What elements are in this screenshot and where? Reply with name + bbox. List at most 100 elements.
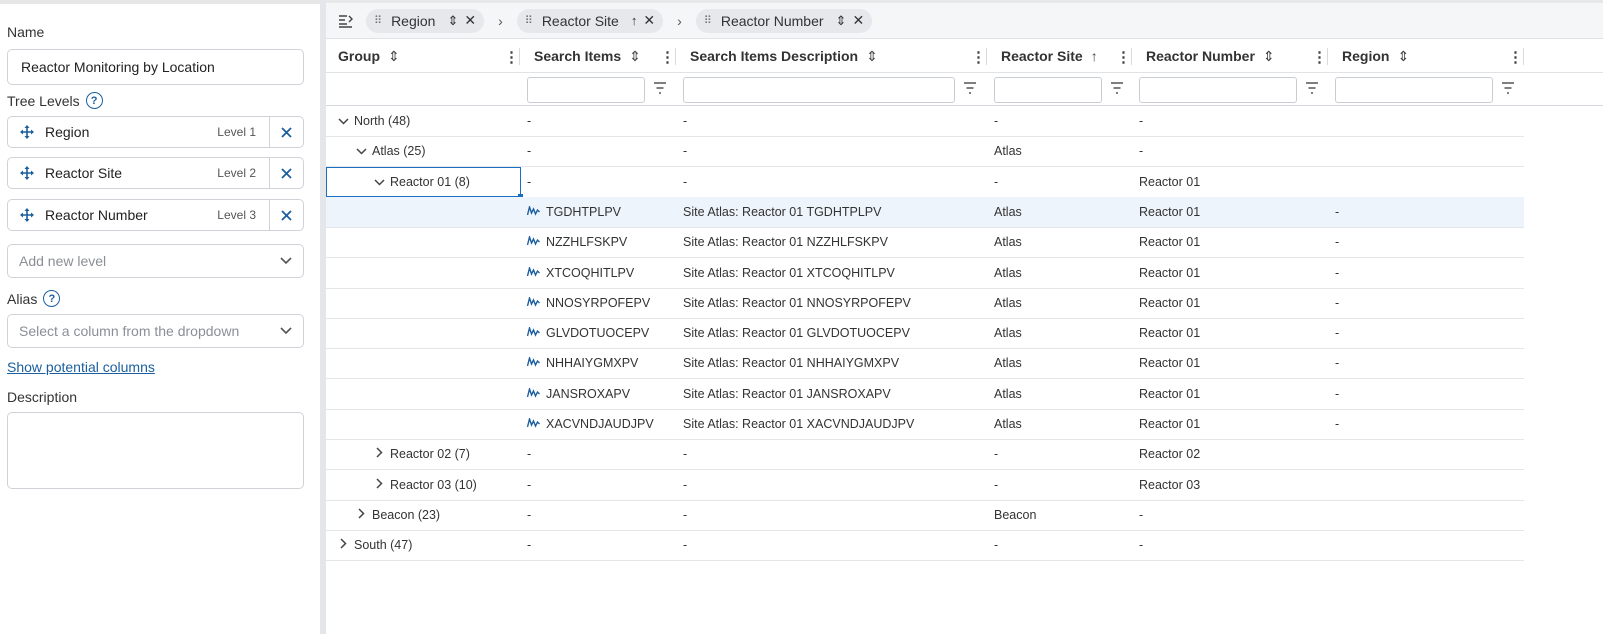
cell-value: Reactor 01 <box>1139 326 1201 341</box>
column-menu-icon[interactable]: ⋮ <box>1508 48 1523 66</box>
show-potential-columns-link[interactable]: Show potential columns <box>7 359 155 375</box>
group-row[interactable]: Reactor 03 (10) - - - Reactor 03 <box>326 470 1524 501</box>
filter-icon[interactable] <box>963 82 977 97</box>
sort-icon[interactable]: ⇕ <box>447 13 458 29</box>
drag-handle-icon[interactable]: ⠿ <box>704 14 712 27</box>
group-row[interactable]: Reactor 01 (8) - - - Reactor 01 <box>326 166 1524 199</box>
chevron-right-icon[interactable] <box>372 447 386 461</box>
group-cell[interactable]: Reactor 02 (7) <box>372 439 470 469</box>
group-cell[interactable]: Atlas (25) <box>354 136 426 166</box>
table-row[interactable]: NNOSYRPOFEPV Site Atlas: Reactor 01 NNOSY… <box>326 288 1524 319</box>
filter-icon[interactable] <box>1305 82 1319 97</box>
cell-value: - <box>1335 326 1340 341</box>
sort-asc-icon[interactable]: ↑ <box>631 13 638 28</box>
table-row[interactable]: XACVNDJAUDJPV Site Atlas: Reactor 01 XACV… <box>326 409 1524 440</box>
row-group-chip-region[interactable]: ⠿ Region ⇕ ✕ <box>366 8 485 33</box>
row-group-chip-reactor-number[interactable]: ⠿ Reactor Number ⇕ ✕ <box>695 8 873 33</box>
remove-level-button[interactable] <box>269 200 303 230</box>
table-row[interactable]: NHHAIYGMXPV Site Atlas: Reactor 01 NHHAIY… <box>326 348 1524 380</box>
table-row[interactable]: GLVDOTUOCEPV Site Atlas: Reactor 01 GLVDO… <box>326 318 1524 350</box>
sort-icon[interactable]: ⇕ <box>866 48 878 65</box>
group-cell[interactable]: Beacon (23) <box>354 500 440 530</box>
column-menu-icon[interactable]: ⋮ <box>971 48 986 66</box>
column-menu-icon[interactable]: ⋮ <box>1312 48 1327 66</box>
tree-level-row-2[interactable]: Reactor Site Level 2 <box>7 157 304 189</box>
move-icon[interactable] <box>8 208 45 222</box>
table-row[interactable]: JANSROXAPV Site Atlas: Reactor 01 JANSROX… <box>326 379 1524 410</box>
cell-search: GLVDOTUOCEPV <box>526 318 649 348</box>
column-filter-input[interactable] <box>527 77 645 103</box>
column-header-search-items[interactable]: Search Items ⇕ <box>522 39 641 73</box>
column-header-reactor-number[interactable]: Reactor Number ⇕ <box>1134 39 1275 73</box>
tree-level-row-3[interactable]: Reactor Number Level 3 <box>7 199 304 231</box>
drag-handle-icon[interactable]: ⠿ <box>374 14 382 27</box>
table-row[interactable]: TGDHTPLPV Site Atlas: Reactor 01 TGDHTPLP… <box>326 196 1524 228</box>
description-textarea[interactable] <box>7 412 304 489</box>
column-filter-input[interactable] <box>683 77 955 103</box>
sort-asc-icon[interactable]: ↑ <box>1091 48 1098 64</box>
cell-search: - <box>527 530 531 560</box>
column-resize-handle[interactable] <box>1327 48 1328 65</box>
sort-icon[interactable]: ⇕ <box>388 48 400 65</box>
column-resize-handle[interactable] <box>1131 48 1132 65</box>
row-group-panel-icon[interactable] <box>338 14 354 28</box>
column-filter-input[interactable] <box>1335 77 1493 103</box>
cell-value: - <box>1335 204 1340 219</box>
filter-icon[interactable] <box>1110 82 1124 97</box>
column-header-reactor-site[interactable]: Reactor Site ↑ <box>989 39 1098 73</box>
cell-search: XACVNDJAUDJPV <box>526 409 654 439</box>
group-row[interactable]: North (48) - - - - <box>326 106 1524 137</box>
move-icon[interactable] <box>8 166 45 180</box>
help-icon[interactable]: ? <box>43 290 61 307</box>
sort-icon[interactable]: ⇕ <box>1263 48 1275 65</box>
cell-value: - <box>1335 295 1340 310</box>
column-header-group[interactable]: Group ⇕ <box>326 39 400 73</box>
chevron-right-icon[interactable] <box>372 478 386 492</box>
close-icon[interactable]: ✕ <box>643 12 655 29</box>
close-icon[interactable]: ✕ <box>852 12 864 29</box>
name-input[interactable]: Reactor Monitoring by Location <box>7 49 304 85</box>
column-header-region[interactable]: Region ⇕ <box>1330 39 1409 73</box>
filter-icon[interactable] <box>1501 82 1515 97</box>
column-filter-input[interactable] <box>994 77 1102 103</box>
column-resize-handle[interactable] <box>675 48 676 65</box>
group-cell[interactable]: South (47) <box>336 530 412 560</box>
help-icon[interactable]: ? <box>85 92 103 109</box>
column-menu-icon[interactable]: ⋮ <box>660 48 675 66</box>
group-row[interactable]: Atlas (25) - - Atlas - <box>326 136 1524 168</box>
drag-handle-icon[interactable]: ⠿ <box>525 14 533 27</box>
cell-value: - <box>1139 144 1144 159</box>
tree-level-row-1[interactable]: Region Level 1 <box>7 116 304 148</box>
add-level-select[interactable]: Add new level <box>7 244 304 278</box>
chevron-down-icon[interactable] <box>354 144 368 158</box>
remove-level-button[interactable] <box>269 117 303 147</box>
cell-value: - <box>527 144 532 159</box>
close-icon[interactable]: ✕ <box>464 12 476 29</box>
filter-icon[interactable] <box>653 82 667 97</box>
sort-icon[interactable]: ⇕ <box>836 13 847 29</box>
sort-icon[interactable]: ⇕ <box>1397 48 1409 65</box>
move-icon[interactable] <box>8 125 45 139</box>
group-cell[interactable]: North (48) <box>336 106 410 136</box>
column-filter-input[interactable] <box>1139 77 1297 103</box>
column-header-search-items-description[interactable]: Search Items Description ⇕ <box>678 39 878 73</box>
cell-search: - <box>527 136 531 166</box>
chevron-right-icon[interactable] <box>354 508 368 522</box>
column-resize-handle[interactable] <box>1523 48 1524 65</box>
group-row[interactable]: Beacon (23) - - Beacon - <box>326 500 1524 531</box>
row-group-chip-reactor-site[interactable]: ⠿ Reactor Site ↑ ✕ <box>516 8 664 33</box>
column-resize-handle[interactable] <box>519 48 520 65</box>
column-menu-icon[interactable]: ⋮ <box>504 48 519 66</box>
sort-icon[interactable]: ⇕ <box>629 48 641 65</box>
alias-select[interactable]: Select a column from the dropdown <box>7 314 304 348</box>
table-row[interactable]: XTCOQHITLPV Site Atlas: Reactor 01 XTCOQH… <box>326 258 1524 289</box>
table-row[interactable]: NZZHLFSKPV Site Atlas: Reactor 01 NZZHLFS… <box>326 227 1524 259</box>
column-menu-icon[interactable]: ⋮ <box>1116 48 1131 66</box>
remove-level-button[interactable] <box>269 158 303 188</box>
group-row[interactable]: South (47) - - - - <box>326 530 1524 562</box>
chevron-right-icon[interactable] <box>336 538 350 552</box>
column-resize-handle[interactable] <box>986 48 987 65</box>
group-cell[interactable]: Reactor 03 (10) <box>372 470 477 500</box>
chevron-down-icon[interactable] <box>336 114 350 128</box>
group-row[interactable]: Reactor 02 (7) - - - Reactor 02 <box>326 439 1524 471</box>
